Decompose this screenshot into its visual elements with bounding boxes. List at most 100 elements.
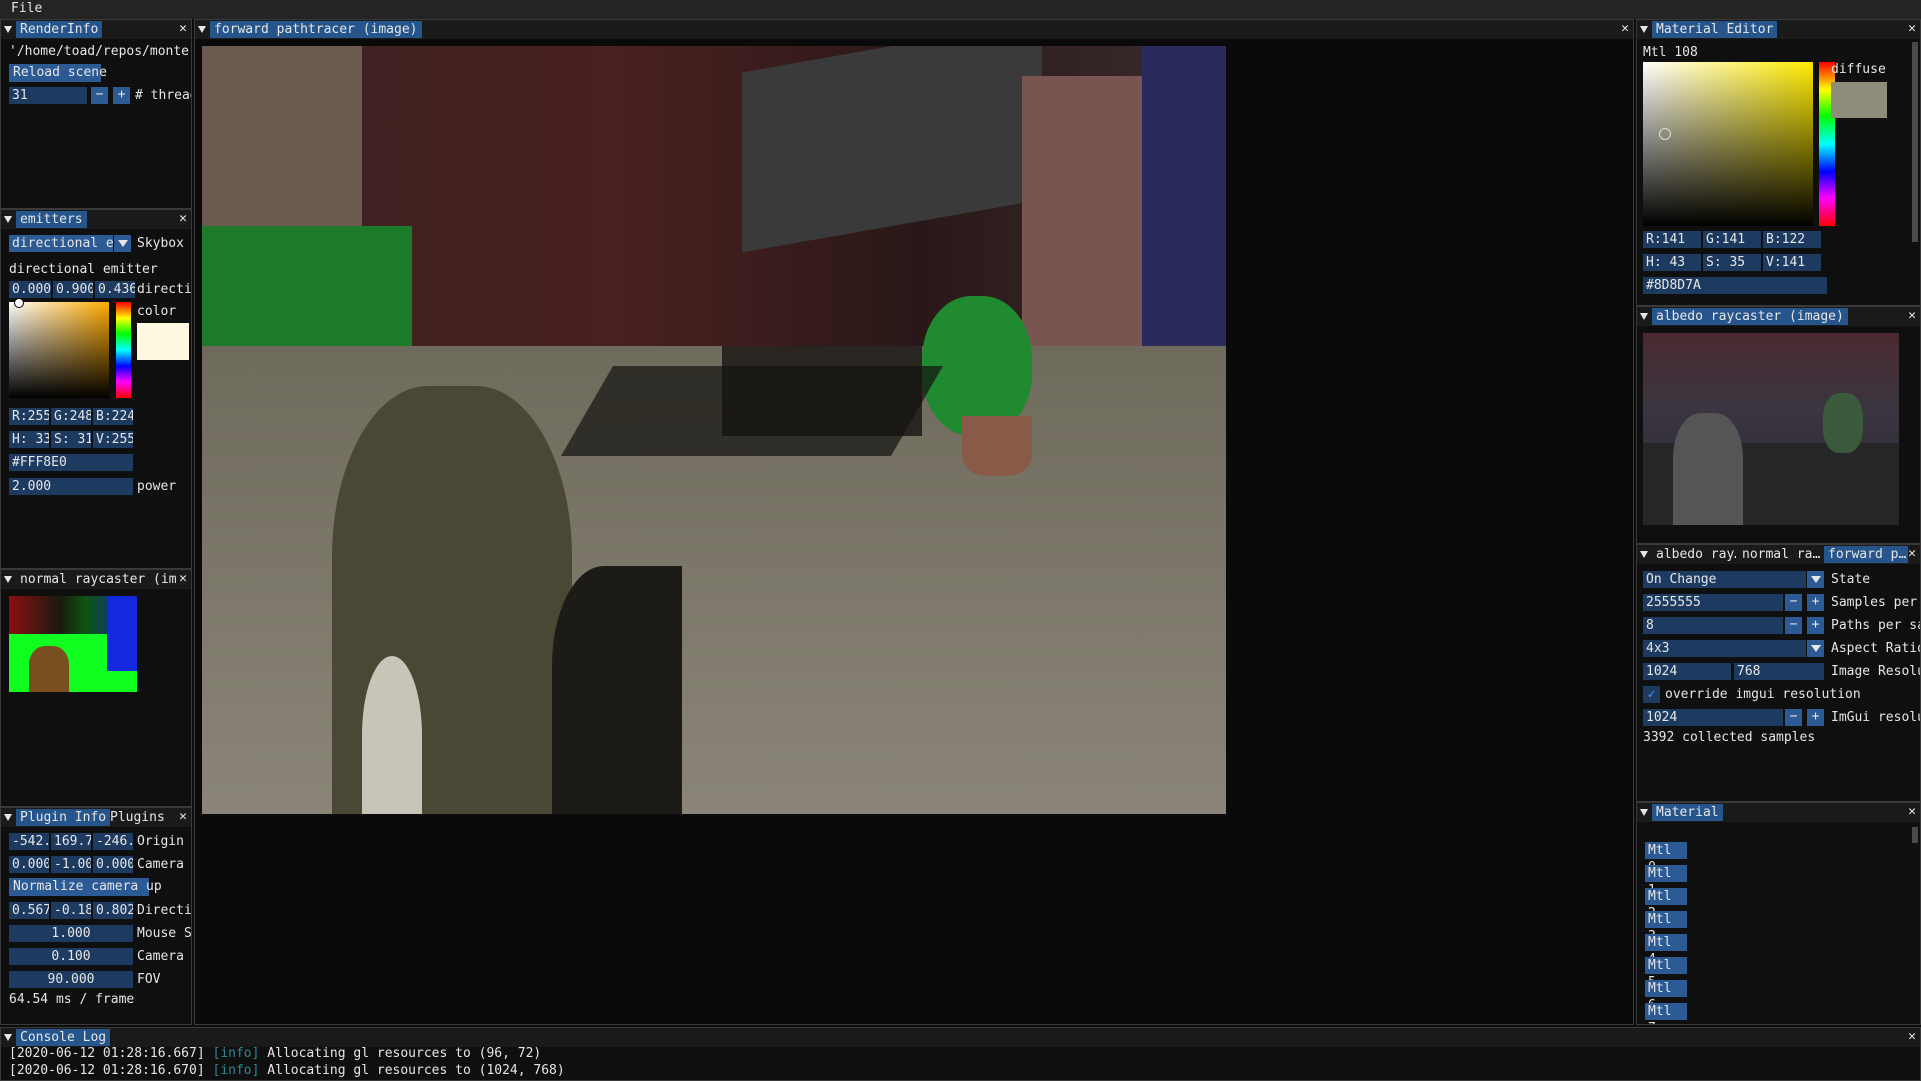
samples-input[interactable]: 2555555 [1643, 594, 1783, 611]
collapse-arrow-icon[interactable] [198, 26, 206, 33]
normal-raycaster-titlebar[interactable]: normal raycaster (im ✕ [1, 570, 191, 589]
origin-y-input[interactable]: 169.7 [51, 833, 91, 850]
color-h-input[interactable]: H: 43 [1643, 254, 1701, 271]
resolution-height-input[interactable]: 768 [1734, 663, 1824, 680]
material-item[interactable]: Mtl 2 [1645, 888, 1687, 921]
material-item[interactable]: Mtl 0 [1645, 842, 1687, 875]
tab-emitters[interactable]: emitters [16, 211, 87, 228]
camera-up-x-input[interactable]: 0.000 [9, 856, 49, 873]
camera-speed-slider[interactable]: 0.100 [9, 948, 133, 965]
color-b-input[interactable]: B:122 [1763, 231, 1821, 248]
tab-forward-settings[interactable]: forward p… [1824, 546, 1908, 563]
plugin-info-titlebar[interactable]: Plugin Info Plugins ✕ [1, 808, 191, 827]
albedo-titlebar[interactable]: albedo raycaster (image) ✕ [1637, 307, 1920, 326]
color-s-input[interactable]: S: 31 [51, 431, 91, 448]
material-item[interactable]: Mtl 1 [1645, 865, 1687, 898]
color-hex-input[interactable]: #8D8D7A [1643, 277, 1827, 294]
console-titlebar[interactable]: Console Log ✕ [1, 1028, 1920, 1047]
material-item[interactable]: Mtl 4 [1645, 934, 1687, 967]
tab-console-log[interactable]: Console Log [16, 1029, 111, 1046]
color-v-input[interactable]: V:141 [1763, 254, 1821, 271]
fov-slider[interactable]: 90.000 [9, 971, 133, 988]
tab-material-editor[interactable]: Material Editor [1652, 21, 1778, 38]
picker-cursor[interactable] [1659, 128, 1671, 140]
direction-z-input[interactable]: 0.802 [93, 902, 133, 919]
paths-decrement-button[interactable]: − [1785, 617, 1802, 634]
collapse-arrow-icon[interactable] [4, 576, 12, 583]
camera-up-y-input[interactable]: -1.00 [51, 856, 91, 873]
close-icon[interactable]: ✕ [1621, 20, 1629, 38]
chevron-down-icon[interactable] [1807, 640, 1824, 657]
scrollbar[interactable] [1912, 42, 1918, 242]
scrollbar[interactable] [1912, 827, 1918, 843]
mouse-sensitivity-slider[interactable]: 1.000 [9, 925, 133, 942]
tab-plugins[interactable]: Plugins [106, 809, 169, 826]
color-g-input[interactable]: G:141 [1703, 231, 1761, 248]
diffuse-swatch[interactable] [1831, 82, 1887, 118]
threads-input[interactable]: 31 [9, 87, 87, 104]
aspect-ratio-combo[interactable]: 4x3 [1643, 640, 1806, 657]
threads-decrement-button[interactable]: − [91, 87, 108, 104]
collapse-arrow-icon[interactable] [4, 216, 12, 223]
collapse-arrow-icon[interactable] [4, 814, 12, 821]
material-titlebar[interactable]: Material ✕ [1637, 803, 1920, 822]
emitter-combo[interactable]: directional em [9, 235, 113, 252]
close-icon[interactable]: ✕ [179, 808, 187, 826]
color-hex-input[interactable]: #FFF8E0 [9, 454, 133, 471]
direction-y-input[interactable]: 0.900 [53, 281, 93, 298]
color-r-input[interactable]: R:255 [9, 408, 49, 425]
direction-z-input[interactable]: 0.436 [95, 281, 135, 298]
tab-albedo-settings[interactable]: albedo ray… [1652, 546, 1736, 563]
direction-y-input[interactable]: -0.18 [51, 902, 91, 919]
menu-file[interactable]: File [11, 1, 42, 16]
override-checkbox[interactable]: ✓ [1643, 686, 1660, 703]
reload-scene-button[interactable]: Reload scene [9, 64, 107, 82]
color-h-input[interactable]: H: 33 [9, 431, 49, 448]
close-icon[interactable]: ✕ [1908, 1028, 1916, 1046]
tab-albedo-raycaster[interactable]: albedo raycaster (image) [1652, 308, 1848, 325]
color-swatch[interactable] [137, 323, 189, 360]
paths-input[interactable]: 8 [1643, 617, 1783, 634]
paths-increment-button[interactable]: + [1807, 617, 1824, 634]
close-icon[interactable]: ✕ [1908, 307, 1916, 325]
resolution-width-input[interactable]: 1024 [1643, 663, 1731, 680]
close-icon[interactable]: ✕ [179, 210, 187, 228]
color-sv-picker[interactable] [1643, 62, 1813, 226]
picker-cursor[interactable] [14, 298, 24, 308]
power-input[interactable]: 2.000 [9, 478, 133, 495]
samples-increment-button[interactable]: + [1807, 594, 1824, 611]
color-g-input[interactable]: G:248 [51, 408, 91, 425]
imgui-resolution-input[interactable]: 1024 [1643, 709, 1783, 726]
tab-normal-raycaster[interactable]: normal raycaster (im [16, 571, 181, 588]
tab-normal-settings[interactable]: normal ra… [1738, 546, 1822, 563]
tab-render-info[interactable]: RenderInfo [16, 21, 103, 38]
origin-x-input[interactable]: -542.1 [9, 833, 49, 850]
threads-increment-button[interactable]: + [113, 87, 130, 104]
color-r-input[interactable]: R:141 [1643, 231, 1701, 248]
rendered-scene-image[interactable] [202, 46, 1226, 814]
render-settings-titlebar[interactable]: albedo ray… normal ra… forward p… ✕ [1637, 545, 1920, 564]
close-icon[interactable]: ✕ [1908, 20, 1916, 38]
skybox-label[interactable]: Skybox [137, 236, 184, 252]
tab-material[interactable]: Material [1652, 804, 1723, 821]
material-editor-titlebar[interactable]: Material Editor ✕ [1637, 20, 1920, 39]
hue-slider[interactable] [116, 302, 131, 398]
tab-forward-pathtracer[interactable]: forward pathtracer (image) [210, 21, 422, 38]
state-combo[interactable]: On Change [1643, 571, 1806, 588]
close-icon[interactable]: ✕ [1908, 803, 1916, 821]
render-info-titlebar[interactable]: RenderInfo ✕ [1, 20, 191, 39]
material-item[interactable]: Mtl 3 [1645, 911, 1687, 944]
color-s-input[interactable]: S: 35 [1703, 254, 1761, 271]
collapse-arrow-icon[interactable] [1640, 551, 1648, 558]
direction-x-input[interactable]: 0.567 [9, 902, 49, 919]
close-icon[interactable]: ✕ [179, 570, 187, 588]
normalize-camera-up-button[interactable]: Normalize camera up [9, 878, 162, 896]
material-item[interactable]: Mtl 7 [1645, 1003, 1687, 1024]
collapse-arrow-icon[interactable] [4, 1034, 12, 1041]
main-view-titlebar[interactable]: forward pathtracer (image) ✕ [195, 20, 1633, 39]
color-v-input[interactable]: V:255 [93, 431, 133, 448]
collapse-arrow-icon[interactable] [4, 26, 12, 33]
color-b-input[interactable]: B:224 [93, 408, 133, 425]
collapse-arrow-icon[interactable] [1640, 809, 1648, 816]
close-icon[interactable]: ✕ [179, 20, 187, 38]
